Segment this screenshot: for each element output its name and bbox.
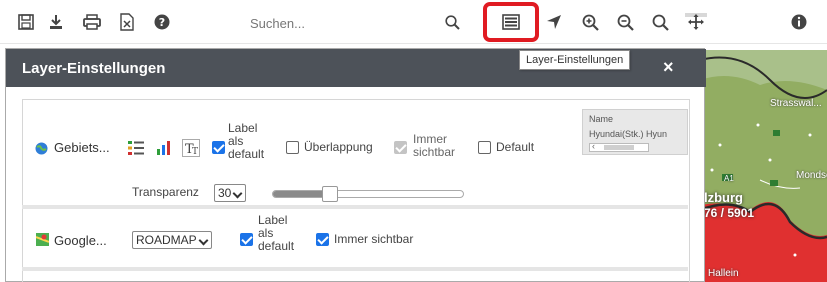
always-visible-label: Immer sichtbar bbox=[334, 232, 414, 246]
default-checkbox[interactable] bbox=[478, 141, 491, 154]
svg-text:?: ? bbox=[159, 16, 165, 29]
default-label: Default bbox=[496, 140, 535, 154]
layer-row-google: Google... ROADMAP Label als default Imme… bbox=[22, 209, 688, 271]
zoom-out-icon[interactable] bbox=[611, 8, 639, 36]
map-view[interactable]: Strasswal... Mondse Hallein A1 lzburg 76… bbox=[700, 50, 827, 282]
label-default-checkbox[interactable] bbox=[240, 233, 253, 246]
toolbar: ? bbox=[0, 0, 827, 44]
table-scrollbar[interactable] bbox=[589, 141, 649, 152]
bar-chart-icon[interactable] bbox=[155, 139, 173, 157]
legend-icon[interactable] bbox=[127, 139, 145, 157]
map-label: Strasswal... bbox=[770, 98, 822, 109]
layer-settings-dialog: Layer-Einstellungen × Gebiets... TT Labe… bbox=[5, 48, 706, 282]
help-icon[interactable]: ? bbox=[148, 8, 176, 36]
close-icon[interactable]: × bbox=[663, 58, 674, 76]
always-visible-label: Immer sichtbar bbox=[413, 132, 456, 159]
overlap-label: Überlappung bbox=[304, 140, 373, 154]
text-style-icon[interactable]: TT bbox=[182, 139, 200, 157]
dialog-title: Layer-Einstellungen bbox=[22, 60, 166, 77]
locate-icon[interactable] bbox=[540, 8, 568, 36]
overlap-checkbox[interactable] bbox=[286, 141, 299, 154]
google-maps-icon bbox=[36, 233, 49, 246]
layer-name: Gebiets... bbox=[54, 140, 110, 155]
transparency-select[interactable]: 30 bbox=[214, 184, 247, 202]
map-coord-label: 76 / 5901 bbox=[704, 206, 755, 220]
transparency-slider[interactable] bbox=[272, 186, 464, 202]
map-type-select[interactable]: ROADMAP bbox=[132, 231, 212, 249]
attribute-table[interactable]: Name Hyundai(Stk.) Hyun bbox=[582, 109, 688, 155]
always-visible-checkbox bbox=[394, 141, 407, 154]
layer-row-gebiets: Gebiets... TT Label als default Überlapp… bbox=[22, 109, 688, 209]
road-marker: A1 bbox=[724, 174, 734, 183]
print-icon[interactable] bbox=[78, 8, 106, 36]
zoom-in-icon[interactable] bbox=[576, 8, 604, 36]
slider-thumb[interactable] bbox=[322, 186, 338, 202]
label-default-label: Label als default bbox=[228, 121, 265, 161]
info-icon[interactable] bbox=[785, 8, 813, 36]
layer-name: Google... bbox=[54, 233, 107, 248]
svg-text:T: T bbox=[192, 147, 198, 157]
table-header: Name bbox=[589, 114, 614, 124]
transparency-label: Transparenz bbox=[132, 185, 199, 199]
search-input[interactable] bbox=[250, 12, 460, 34]
label-default-checkbox[interactable] bbox=[212, 141, 225, 154]
download-icon[interactable] bbox=[42, 8, 70, 36]
table-cell: Hyundai(Stk.) Hyun bbox=[589, 129, 668, 139]
map-label: Hallein bbox=[708, 268, 739, 279]
pan-icon[interactable] bbox=[682, 8, 710, 36]
map-city-label: lzburg bbox=[704, 190, 743, 205]
highlight-box bbox=[483, 2, 539, 42]
map-label: Mondse bbox=[796, 170, 827, 181]
excel-icon[interactable] bbox=[113, 8, 141, 36]
search-icon[interactable] bbox=[438, 8, 466, 36]
always-visible-checkbox[interactable] bbox=[316, 233, 329, 246]
save-icon[interactable] bbox=[12, 8, 40, 36]
globe-icon bbox=[35, 142, 48, 155]
tooltip: Layer-Einstellungen bbox=[519, 50, 631, 70]
label-default-label: Label als default bbox=[258, 213, 295, 253]
zoom-search-icon[interactable] bbox=[646, 8, 674, 36]
